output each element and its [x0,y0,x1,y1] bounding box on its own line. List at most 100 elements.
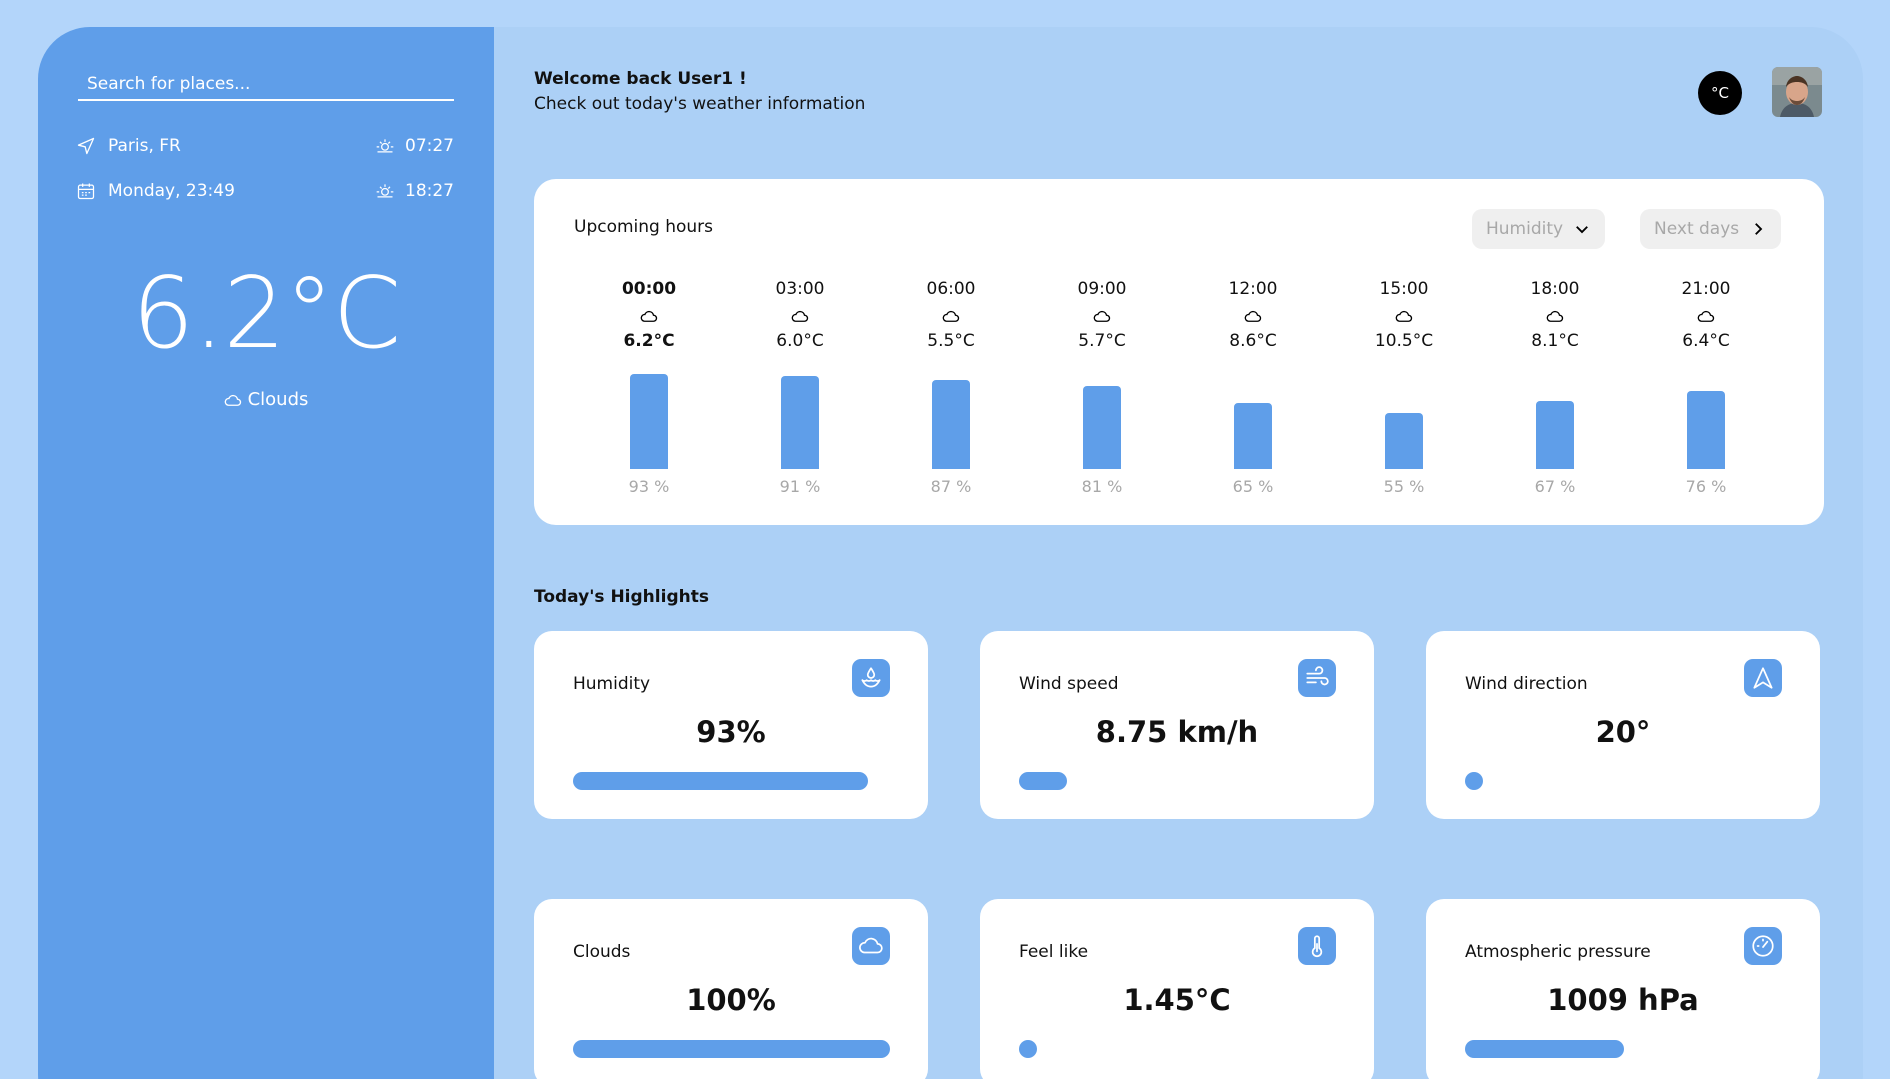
highlight-progress-track [1465,772,1782,790]
humidity-bar-area [599,367,699,469]
humidity-bar [781,376,819,469]
highlight-progress-fill [1465,772,1483,790]
hour-column: 06:00 5.5°C [901,279,1001,351]
highlight-value: 1.45°C [1123,983,1231,1017]
highlight-card-atmospheric-pressure: Atmospheric pressure 1009 hPa [1426,899,1820,1079]
highlight-label: Clouds [573,942,631,962]
highlight-progress-track [573,1040,890,1058]
app-window: Search for places... Paris, FR 07:27 Mon… [38,27,1863,1079]
cloud-icon [852,927,890,965]
highlight-value: 100% [686,983,776,1017]
hour-time: 12:00 [1228,279,1278,299]
thermometer-icon [1298,927,1336,965]
hour-column: 00:00 6.2°C [599,279,699,351]
humidity-bar [932,380,970,469]
hour-time: 21:00 [1681,279,1731,299]
location-row: Paris, FR 07:27 [76,136,454,162]
wind-icon [1298,659,1336,697]
humidity-label: 65 % [1232,477,1274,496]
welcome-block: Welcome back User1 ! Check out today's w… [534,69,865,114]
humidity-bar [1536,401,1574,469]
highlight-progress-fill [1019,1040,1037,1058]
cloud-icon [599,301,699,331]
cloud-icon [750,301,850,331]
humidity-bar-area [1656,367,1756,469]
humidity-bar-area [1354,367,1454,469]
cloud-icon [1052,301,1152,331]
hour-time: 00:00 [621,279,677,299]
hour-temperature: 6.0°C [776,331,824,351]
highlight-label: Wind speed [1019,674,1119,694]
hour-temperature: 5.5°C [927,331,975,351]
location-arrow-icon [77,137,95,155]
hour-temperature: 8.1°C [1531,331,1579,351]
highlight-progress-fill [1465,1040,1624,1058]
next-days-label: Next days [1654,219,1740,239]
highlight-label: Humidity [573,674,651,694]
chevron-down-icon [1576,226,1589,234]
highlight-progress-track [573,772,890,790]
metric-select[interactable]: Humidity [1472,209,1606,249]
gauge-icon [1744,927,1782,965]
hour-temperature: 8.6°C [1229,331,1277,351]
hour-time: 18:00 [1530,279,1580,299]
next-days-button[interactable]: Next days [1640,209,1782,249]
cloud-icon [1656,301,1756,331]
highlight-progress-track [1019,772,1336,790]
sunset-time: 18:27 [405,181,454,201]
highlight-label: Feel like [1019,942,1089,962]
hour-temperature: 6.4°C [1682,331,1730,351]
hour-column: 15:00 10.5°C [1354,279,1454,351]
humidity-bar-area [1203,367,1303,469]
highlight-value: 1009 hPa [1547,983,1699,1017]
hour-column: 09:00 5.7°C [1052,279,1152,351]
highlight-value: 8.75 km/h [1095,715,1259,749]
upcoming-hours-title: Upcoming hours [574,217,714,237]
highlight-card-wind-direction: Wind direction 20° [1426,631,1820,819]
humidity-label: 76 % [1685,477,1727,496]
hour-time: 06:00 [926,279,976,299]
humidity-label: 81 % [1081,477,1123,496]
humidity-label: 87 % [930,477,972,496]
cloud-icon [901,301,1001,331]
humidity-bar [1687,391,1725,469]
hour-time: 09:00 [1077,279,1127,299]
humidity-label: 55 % [1383,477,1425,496]
highlight-progress-track [1465,1040,1782,1058]
humidity-bar [1234,403,1272,469]
upcoming-hours-card: Upcoming hours Humidity Next days 00:00 6… [534,179,1824,525]
highlight-progress-fill [1019,772,1067,790]
navigation-icon [1744,659,1782,697]
welcome-subtitle: Check out today's weather information [534,94,866,114]
hour-column: 12:00 8.6°C [1203,279,1303,351]
humidity-bar [1385,413,1423,469]
welcome-title: Welcome back User1 ! [534,69,747,89]
hour-column: 03:00 6.0°C [750,279,850,351]
current-condition: Clouds [38,389,494,410]
avatar[interactable] [1772,67,1822,117]
humidity-bar-area [750,367,850,469]
highlights-title: Today's Highlights [534,587,709,607]
unit-toggle-button[interactable]: °C [1698,71,1742,115]
humidity-label: 91 % [779,477,821,496]
highlight-progress-fill [573,772,868,790]
highlight-progress-fill [573,1040,890,1058]
highlight-label: Atmospheric pressure [1465,942,1651,962]
sunrise-time: 07:27 [405,136,454,156]
current-temperature: 6.2°C [131,257,401,371]
humidity-bar [630,374,668,469]
hour-column: 21:00 6.4°C [1656,279,1756,351]
hour-column: 18:00 8.1°C [1505,279,1605,351]
search-input[interactable]: Search for places... [78,71,454,101]
hour-time: 15:00 [1379,279,1429,299]
cloud-icon [1354,301,1454,331]
date-row: Monday, 23:49 18:27 [76,181,454,207]
humidity-bar-area [1052,367,1152,469]
location-label: Paris, FR [108,136,181,156]
hour-time: 03:00 [775,279,825,299]
humidity-bar-area [1505,367,1605,469]
humidity-label: 93 % [628,477,670,496]
hour-temperature: 5.7°C [1078,331,1126,351]
humidity-label: 67 % [1534,477,1576,496]
humidity-bar-area [901,367,1001,469]
